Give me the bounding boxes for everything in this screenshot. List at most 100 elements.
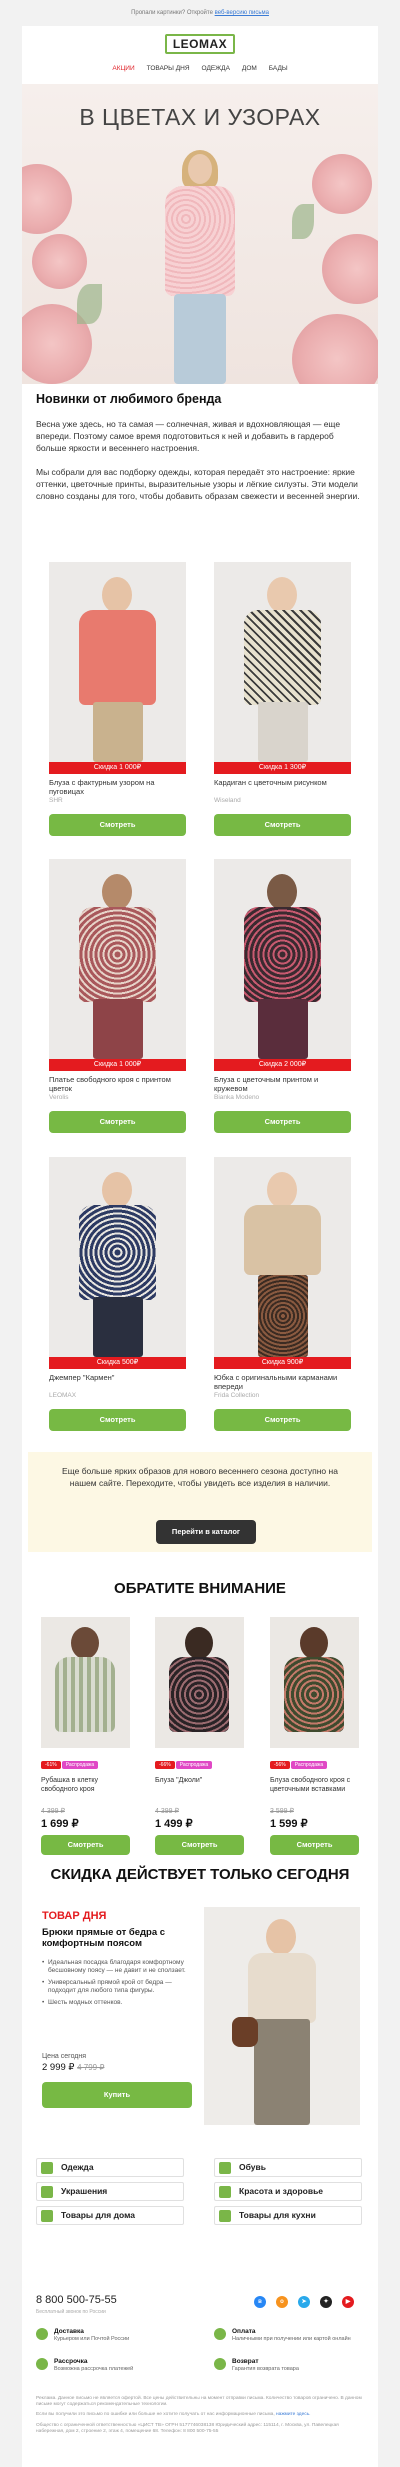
heart-icon (219, 2186, 231, 2198)
product-name[interactable]: Юбка с оригинальными карманами впереди (214, 1373, 351, 1391)
category-jewelry[interactable]: Украшения (36, 2182, 184, 2201)
view-button[interactable]: Смотреть (41, 1835, 130, 1855)
flower-decoration (292, 314, 378, 384)
price: 1 599 ₽ (270, 1818, 308, 1830)
promo-box: Еще больше ярких образов для нового весе… (28, 1452, 372, 1552)
percent-badge: -66% (155, 1761, 175, 1769)
price: 1 499 ₽ (155, 1818, 193, 1830)
old-price: 4 399 ₽ (41, 1808, 65, 1815)
view-button[interactable]: Смотреть (214, 1409, 351, 1431)
attention-section: ОБРАТИТЕ ВНИМАНИЕ -61% Распродажа Рубашка… (22, 1577, 378, 1862)
product-brand: Frida Collection (214, 1392, 260, 1399)
product-image[interactable] (155, 1617, 244, 1748)
product-image[interactable] (49, 859, 186, 1059)
view-button[interactable]: Смотреть (49, 814, 186, 836)
web-version-link[interactable]: веб-версию письма (215, 10, 269, 16)
view-button[interactable]: Смотреть (214, 814, 351, 836)
flower-decoration (312, 154, 372, 214)
deal-feature: Универсальный прямой крой от бедра — под… (42, 1979, 192, 1995)
hero-banner[interactable]: В ЦВЕТАХ И УЗОРАХ (22, 84, 378, 384)
hero-model-image (150, 150, 250, 384)
leomax-logo[interactable]: LEOMAX (165, 34, 235, 54)
product-name[interactable]: Рубашка в клетку свободного кроя (41, 1777, 130, 1803)
catalog-button[interactable]: Перейти в каталог (156, 1520, 256, 1544)
flower-decoration (32, 234, 87, 289)
deal-price-label: Цена сегодня (42, 2053, 87, 2060)
product-brand: Wiseland (214, 797, 241, 804)
product-brand: LEOMAX (49, 1392, 77, 1399)
category-label: Товары для дома (61, 2210, 135, 2220)
view-button[interactable]: Смотреть (270, 1835, 359, 1855)
deal-feature: Идеальная посадка благодаря комфортному … (42, 1959, 192, 1975)
promo-text: Еще больше ярких образов для нового весе… (62, 1466, 338, 1488)
product-image[interactable] (49, 562, 186, 762)
sale-product-card[interactable]: -61% Распродажа Рубашка в клетку свободно… (41, 1617, 130, 1855)
product-image[interactable] (214, 562, 351, 762)
youtube-icon[interactable]: ▶ (342, 2296, 354, 2308)
nav-item-supplements[interactable]: БАДЫ (269, 65, 288, 72)
view-button[interactable]: Смотреть (49, 1409, 186, 1431)
intro-paragraph-1: Весна уже здесь, но та самая — солнечная… (36, 419, 341, 454)
product-name[interactable]: Блуза с фактурным узором на пуговицах (49, 778, 186, 796)
product-image[interactable] (214, 1157, 351, 1357)
nav-item-clothes[interactable]: ОДЕЖДА (202, 65, 230, 72)
category-label: Одежда (61, 2162, 94, 2172)
shirt-icon (41, 2162, 53, 2174)
view-button[interactable]: Смотреть (214, 1111, 351, 1133)
attention-title: ОБРАТИТЕ ВНИМАНИЕ (114, 1580, 286, 1597)
deal-feature: Шесть модных оттенков. (42, 1999, 192, 2007)
category-label: Красота и здоровье (239, 2186, 324, 2196)
old-price: 3 599 ₽ (270, 1808, 294, 1815)
zen-icon[interactable]: ✦ (320, 2296, 332, 2308)
category-home[interactable]: Товары для дома (36, 2206, 184, 2225)
product-grid: Скидка 1 000₽ Блуза с фактурным узором н… (22, 562, 378, 1442)
intro-heading: Новинки от любимого бренда (36, 392, 222, 406)
old-price: 4 399 ₽ (155, 1808, 179, 1815)
nav-item-sales[interactable]: АКЦИИ (112, 65, 134, 72)
deal-product-name[interactable]: Брюки прямые от бедра с комфортным поясо… (42, 1927, 192, 1949)
intro-paragraph-2: Мы собрали для вас подборку одежды, кото… (36, 466, 360, 502)
legal-paragraph-1: Реклама. Данное письмо не является оферт… (36, 2396, 362, 2408)
discount-badge: Скидка 1 300₽ (214, 762, 351, 774)
nav-item-home[interactable]: ДОМ (242, 65, 257, 72)
percent-badge: -61% (41, 1761, 61, 1769)
product-image[interactable] (214, 859, 351, 1059)
nav-item-deals[interactable]: ТОВАРЫ ДНЯ (147, 65, 190, 72)
product-name[interactable]: Платье свободного кроя с принтом цветок (49, 1075, 186, 1093)
product-name[interactable]: Блуза с цветочным принтом и кружевом (214, 1075, 351, 1093)
support-phone[interactable]: 8 800 500-75-55 (36, 2294, 117, 2306)
category-label: Обувь (239, 2162, 266, 2172)
category-shoes[interactable]: Обувь (214, 2158, 362, 2177)
category-kitchen[interactable]: Товары для кухни (214, 2206, 362, 2225)
product-image[interactable] (49, 1157, 186, 1357)
buy-button[interactable]: Купить (42, 2082, 192, 2108)
product-name[interactable]: Блуза "Джоли" (155, 1777, 244, 1803)
product-image[interactable] (270, 1617, 359, 1748)
sale-product-card[interactable]: -66% Распродажа Блуза "Джоли" 4 399 ₽ 1 4… (155, 1617, 244, 1855)
return-icon (214, 2358, 226, 2370)
intro-section: Новинки от любимого бренда Весна уже зде… (22, 384, 378, 562)
feature-subtitle: Возможна рассрочка платежей (54, 2366, 134, 2372)
discount-badge: Скидка 1 000₽ (49, 1059, 186, 1071)
view-button[interactable]: Смотреть (49, 1111, 186, 1133)
deal-current-price: 2 999 ₽ (42, 2062, 75, 2073)
view-button[interactable]: Смотреть (155, 1835, 244, 1855)
product-name[interactable]: Блуза свободного кроя с цветочными встав… (270, 1777, 359, 1803)
ok-icon[interactable]: о (276, 2296, 288, 2308)
product-image[interactable] (41, 1617, 130, 1748)
truck-icon (36, 2328, 48, 2340)
product-name[interactable]: Кардиган с цветочным рисунком (214, 778, 351, 787)
product-name[interactable]: Джемпер "Кармен" (49, 1373, 186, 1382)
vk-icon[interactable]: в (254, 2296, 266, 2308)
sale-product-card[interactable]: -56% Распродажа Блуза свободного кроя с ц… (270, 1617, 359, 1855)
category-clothes[interactable]: Одежда (36, 2158, 184, 2177)
card-icon (214, 2328, 226, 2340)
telegram-icon[interactable]: ➤ (298, 2296, 310, 2308)
product-brand: Bianka Modeno (214, 1094, 260, 1101)
deal-product-image[interactable] (204, 1907, 360, 2125)
deal-of-the-day-section: СКИДКА ДЕЙСТВУЕТ ТОЛЬКО СЕГОДНЯ ТОВАР ДН… (22, 1862, 378, 2152)
category-beauty[interactable]: Красота и здоровье (214, 2182, 362, 2201)
main-nav: АКЦИИ ТОВАРЫ ДНЯ ОДЕЖДА ДОМ БАДЫ (22, 65, 378, 72)
sale-tag: Распродажа (290, 1761, 328, 1769)
unsubscribe-link[interactable]: нажмите здесь. (276, 2412, 310, 2417)
